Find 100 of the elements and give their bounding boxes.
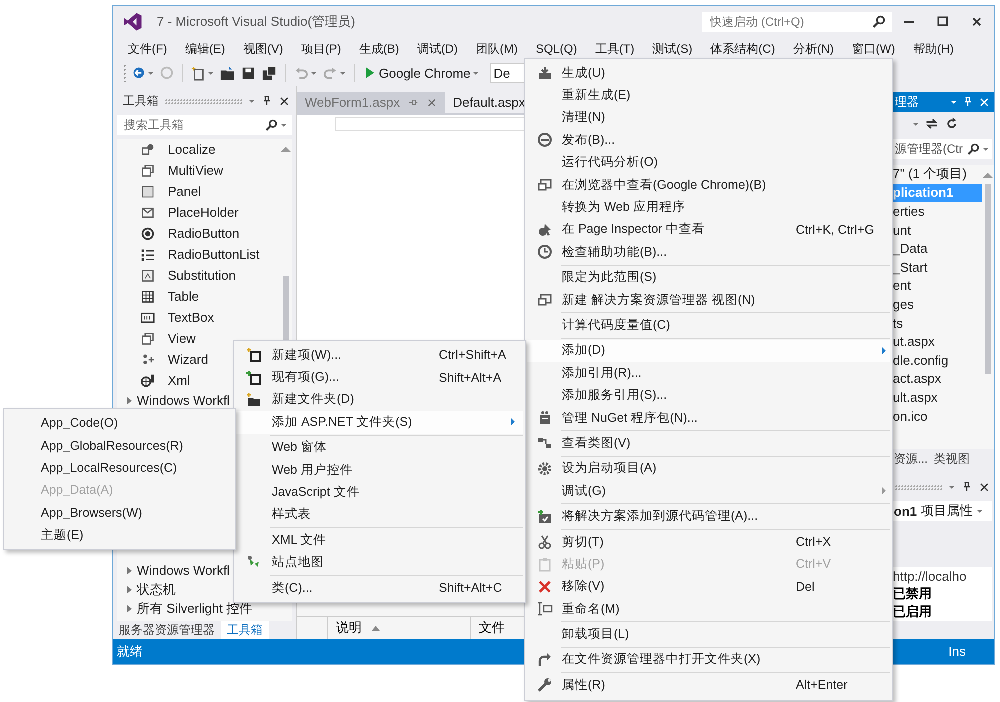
tree-item[interactable]: 7" (1 个项目) <box>891 165 982 184</box>
tree-item[interactable]: ult.aspx <box>891 388 982 407</box>
menu-bar-item[interactable]: 项目(P) <box>292 38 350 60</box>
tree-item[interactable]: dle.config <box>891 350 982 370</box>
menu-item[interactable]: 发布(B)... <box>527 129 890 152</box>
search-field[interactable]: 源管理器(Ctr <box>891 139 992 159</box>
menu-item[interactable]: 检查辅助功能(B)... <box>527 241 890 264</box>
menu-item[interactable]: 卸载项目(L) <box>527 623 890 646</box>
menu-bar-item[interactable]: 文件(F) <box>119 38 176 60</box>
menu-bar-item[interactable]: 帮助(H) <box>904 38 964 60</box>
tree-item[interactable]: act.aspx <box>891 370 982 388</box>
menu-bar-item[interactable]: 团队(M) <box>467 38 527 60</box>
menu-item[interactable]: 设为启动项目(A) <box>527 458 890 480</box>
menu-item[interactable]: 调试(G) <box>527 480 890 502</box>
toolbox-item[interactable]: Localize <box>117 139 280 160</box>
toolbox-item[interactable]: TextBox <box>117 307 280 328</box>
menu-item[interactable]: 添加引用(R)... <box>527 362 890 384</box>
menu-bar-item[interactable]: 视图(V) <box>234 38 292 60</box>
menu-item[interactable]: JavaScript 文件 <box>236 481 523 504</box>
menu-item[interactable]: 属性(R) Alt+Enter <box>527 674 890 697</box>
menu-item[interactable]: 新建文件夹(D) <box>236 388 523 412</box>
tree-item[interactable]: _Start <box>891 258 982 277</box>
new-project-button[interactable] <box>190 66 215 80</box>
menu-item[interactable]: 管理 NuGet 程序包(N)... <box>527 406 890 430</box>
panel-tab[interactable]: 服务器资源管理器 <box>113 621 221 639</box>
menu-bar-item[interactable]: 调试(D) <box>408 38 467 60</box>
menu-item[interactable]: 样式表 <box>236 504 523 526</box>
dropdown-icon[interactable] <box>249 100 255 102</box>
menu-bar-item[interactable]: 编辑(E) <box>176 38 234 60</box>
tree-item[interactable]: _Data <box>891 239 982 258</box>
menu-item[interactable]: 移除(V) Del <box>527 576 890 598</box>
quick-launch-field[interactable]: 快速启动 (Ctrl+Q) <box>702 12 892 32</box>
panel-tab[interactable]: 资源... <box>891 449 932 469</box>
expander-icon[interactable] <box>127 586 132 594</box>
toolbox-item[interactable]: RadioButtonList <box>117 244 280 265</box>
expander-icon[interactable] <box>127 604 132 612</box>
menu-item[interactable]: App_LocalResources(C) <box>6 456 233 480</box>
menu-item[interactable]: 重命名(M) <box>527 598 890 620</box>
menu-bar-item[interactable]: 分析(N) <box>784 38 844 60</box>
menu-item[interactable]: 计算代码度量值(C) <box>527 314 890 337</box>
menu-bar-item[interactable]: SQL(Q) <box>527 40 586 58</box>
menu-item[interactable]: XML 文件 <box>236 529 523 552</box>
menu-item[interactable]: 现有项(G)... Shift+Alt+A <box>236 366 523 389</box>
menu-item[interactable]: Web 窗体 <box>236 436 523 459</box>
open-button[interactable] <box>219 66 236 80</box>
menu-bar-item[interactable]: 体系结构(C) <box>702 38 784 60</box>
menu-item[interactable]: 类(C)... Shift+Alt+C <box>236 576 523 600</box>
expander-icon[interactable] <box>127 566 132 574</box>
menu-item[interactable]: 添加 ASP.NET 文件夹(S) <box>236 411 523 434</box>
toolbox-item[interactable]: MultiView <box>117 160 280 181</box>
tree-item[interactable]: ts <box>891 314 982 332</box>
dropdown-icon[interactable] <box>949 486 955 488</box>
toolbox-item-label: MultiView <box>168 163 224 178</box>
menu-item[interactable]: 在 Page Inspector 中查看 Ctrl+K, Ctrl+G <box>527 218 890 242</box>
tree-item[interactable]: ges <box>891 295 982 314</box>
menu-item[interactable]: 添加(D) <box>527 340 890 362</box>
menu-bar-item[interactable]: 窗口(W) <box>843 38 904 60</box>
menu-item[interactable]: 查看类图(V) <box>527 432 890 455</box>
menu-item[interactable]: App_Browsers(W) <box>6 502 233 524</box>
menu-item[interactable]: 新建 解决方案资源管理器 视图(N) <box>527 288 890 312</box>
tree-item[interactable]: erties <box>891 202 982 221</box>
object-selector[interactable]: on1 项目属性 <box>891 501 992 521</box>
panel-title: 工具箱 <box>123 92 159 110</box>
menu-item[interactable]: 转换为 Web 应用程序 <box>527 196 890 219</box>
search-field[interactable]: 源管理器(Ctr <box>893 141 967 157</box>
toolbox-group[interactable]: 所有 Silverlight 控件 <box>117 599 280 618</box>
menu-item[interactable]: 在文件资源管理器中打开文件夹(X) <box>527 648 890 672</box>
tree-item[interactable]: on.ico <box>891 406 982 426</box>
menu-item[interactable]: 在浏览器中查看(Google Chrome)(B) <box>527 174 890 196</box>
toolbox-item[interactable]: RadioButton <box>117 223 280 244</box>
menu-item[interactable]: Web 用户控件 <box>236 458 523 482</box>
tree-item[interactable]: ut.aspx <box>891 332 982 351</box>
menu-item[interactable]: 限定为此范围(S) <box>527 266 890 289</box>
menu-item[interactable]: 剪切(T) Ctrl+X <box>527 530 890 554</box>
toolbox-item[interactable]: Substitution <box>117 265 280 286</box>
quick-launch-field[interactable]: 快速启动 (Ctrl+Q) <box>708 14 872 30</box>
menu-item[interactable]: 运行代码分析(O) <box>527 152 890 174</box>
tree-item[interactable]: ent <box>891 276 982 296</box>
run-button[interactable]: Google Chrome <box>362 66 480 80</box>
back-button[interactable] <box>131 66 155 80</box>
menu-item[interactable]: App_Code(O) <box>6 412 233 434</box>
toolbox-item[interactable]: Table <box>117 286 280 307</box>
toolbox-item[interactable]: PlaceHolder <box>117 202 280 223</box>
panel-tab[interactable]: 工具箱 <box>221 621 269 639</box>
menu-bar-item[interactable]: 测试(S) <box>644 38 702 60</box>
tree-item[interactable]: unt <box>891 220 982 240</box>
menu-item[interactable]: 将解决方案添加到源代码管理(A)... <box>527 505 890 528</box>
menu-bar-item[interactable]: 生成(B) <box>350 38 408 60</box>
menu-item[interactable]: App_GlobalResources(R) <box>6 434 233 457</box>
menu-item[interactable]: 主题(E) <box>6 524 233 546</box>
menu-bar-item[interactable]: 工具(T) <box>586 38 644 60</box>
save-button[interactable] <box>240 66 257 80</box>
menu-item[interactable]: 站点地图 <box>236 552 523 574</box>
view-icon <box>141 332 155 346</box>
save-all-button[interactable] <box>261 66 278 80</box>
search-field[interactable]: 搜索工具箱 <box>122 117 265 133</box>
menu-item[interactable]: 添加服务引用(S)... <box>527 384 890 407</box>
toolbox-item[interactable]: Panel <box>117 181 280 202</box>
search-field[interactable]: 搜索工具箱 <box>117 115 292 135</box>
panel-tab[interactable]: 类视图 <box>931 449 974 469</box>
